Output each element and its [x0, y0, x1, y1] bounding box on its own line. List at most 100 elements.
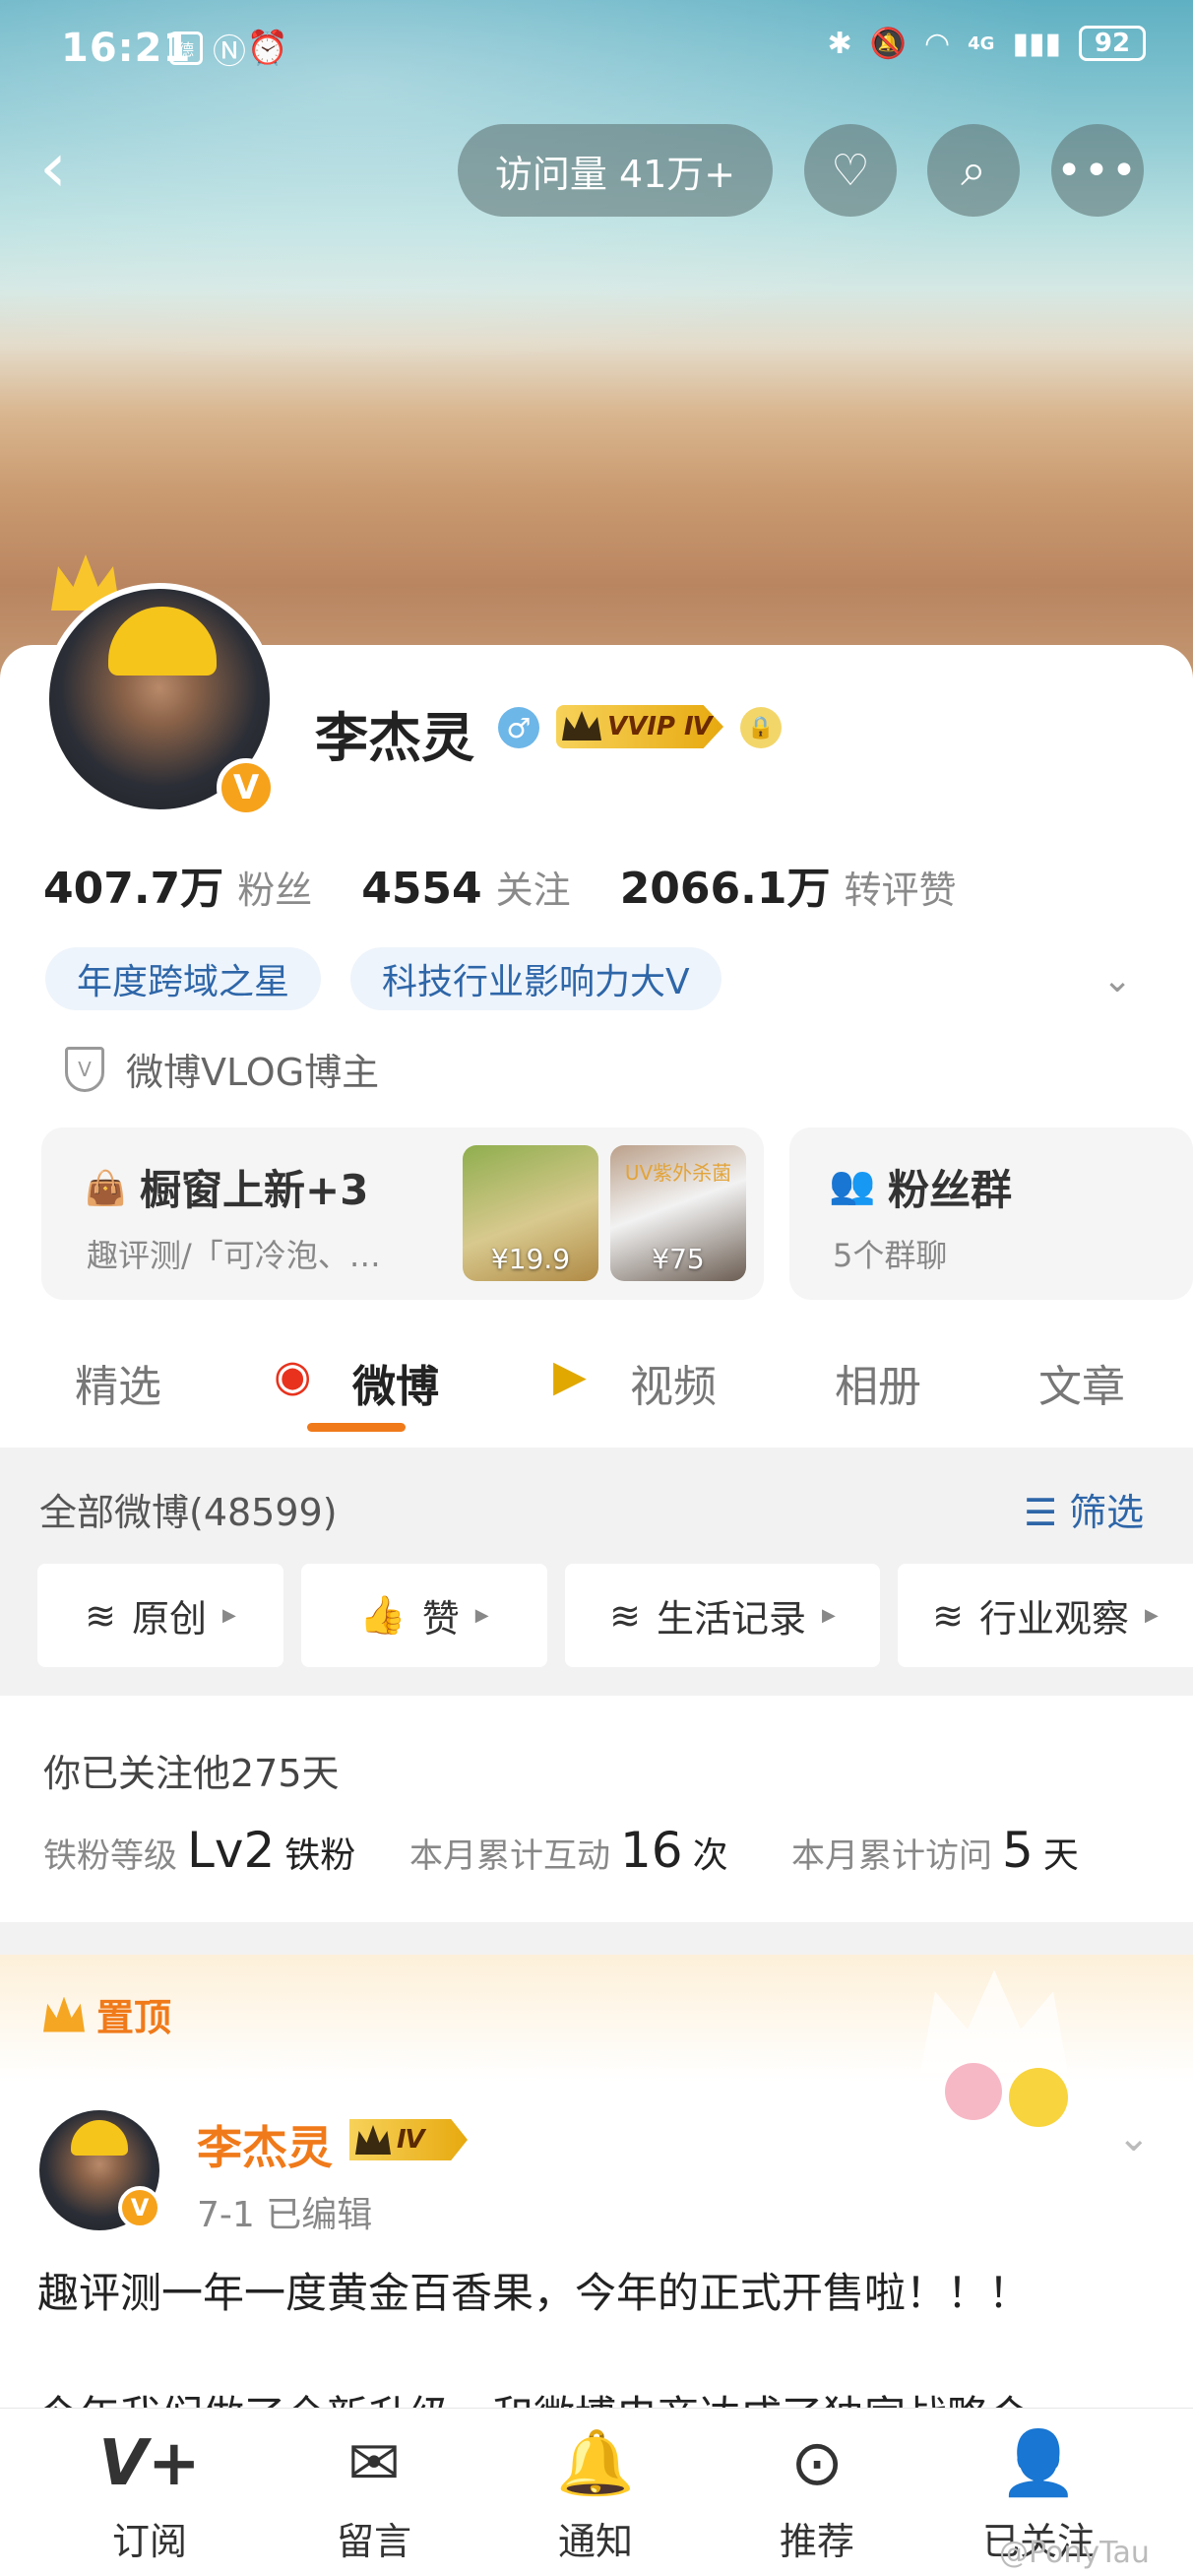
- bell-icon: 🔔: [556, 2427, 635, 2500]
- thumb-up-icon: 👍: [359, 1593, 407, 1637]
- post-vip-badge[interactable]: Ⅳ: [349, 2119, 468, 2160]
- tag-tech-influencer[interactable]: 科技行业影响力大V: [350, 947, 722, 1010]
- product-price-1: ¥19.9: [490, 1243, 571, 1275]
- likes-count: 2066.1万: [619, 864, 831, 914]
- vvip-badge[interactable]: VVIP Ⅳ: [556, 705, 723, 748]
- tag-cross-domain-star[interactable]: 年度跨域之星: [45, 947, 322, 1010]
- battery-indicator: 92: [1079, 26, 1146, 61]
- monthly-interactions: 本月累计互动 16 次: [409, 1822, 728, 1879]
- post-menu-chevron-icon[interactable]: ⌄: [1117, 2115, 1151, 2160]
- status-right: ✱ 🔕 ◠ 4G ▮▮▮ 92: [827, 26, 1146, 61]
- message-button[interactable]: ✉ 留言: [295, 2424, 453, 2565]
- group-icon: 👥: [829, 1163, 876, 1206]
- bag-icon: 👜: [85, 1169, 127, 1208]
- user-check-icon: 👤: [999, 2427, 1078, 2500]
- network-label: 4G: [968, 32, 995, 54]
- following-count[interactable]: 4554: [361, 864, 481, 914]
- fan-level-name: 铁粉: [284, 1835, 356, 1876]
- bluetooth-icon: ✱: [827, 26, 852, 61]
- visit-value: 5: [1002, 1822, 1034, 1879]
- pink-mascot-icon: [945, 2063, 1002, 2120]
- notify-button[interactable]: 🔔 通知: [517, 2424, 674, 2565]
- layers-icon: ≋: [609, 1593, 641, 1638]
- vvip-label: VVIP Ⅳ: [607, 712, 713, 741]
- pin-crown-icon: [43, 1996, 85, 2032]
- tab-weibo[interactable]: 微博: [352, 1351, 439, 1414]
- post-vip-label: Ⅳ: [397, 2125, 425, 2155]
- chip-life-record[interactable]: ≋ 生活记录 ▶: [565, 1564, 880, 1667]
- more-icon[interactable]: •••: [1051, 124, 1144, 217]
- vlog-label: 微博VLOG博主: [126, 1051, 380, 1094]
- layers-icon: ≋: [932, 1593, 964, 1638]
- recommend-button[interactable]: ⊙ 推荐: [738, 2424, 896, 2565]
- chip-arrow-icon: ▶: [474, 1605, 489, 1626]
- chip-arrow-icon: ▶: [1145, 1605, 1159, 1626]
- status-bar: 16:21 德 Ⓝ ⏰ ✱ 🔕 ◠ 4G ▮▮▮ 92: [0, 0, 1193, 98]
- chip-original-label: 原创: [131, 1597, 207, 1641]
- notify-label: 通知: [557, 2520, 633, 2563]
- signal-icon: ▮▮▮: [1012, 26, 1061, 61]
- chip-industry[interactable]: ≋ 行业观察 ▶: [898, 1564, 1193, 1667]
- post-author[interactable]: 李杰灵: [197, 2112, 333, 2177]
- chevron-down-icon[interactable]: ⌄: [1102, 960, 1142, 1000]
- yellow-mascot-icon: [1009, 2068, 1068, 2127]
- fan-level-label: 铁粉等级: [43, 1836, 177, 1876]
- message-label: 留言: [336, 2520, 411, 2563]
- follow-info-card[interactable]: [0, 1696, 1193, 1922]
- chip-likes-label: 赞: [421, 1597, 460, 1641]
- tab-video[interactable]: 视频: [630, 1351, 717, 1414]
- pinned-label: 置顶: [43, 1987, 171, 2041]
- fans-count[interactable]: 407.7万: [43, 853, 223, 916]
- video-play-icon: ▶: [553, 1351, 587, 1401]
- tab-album[interactable]: 相册: [835, 1351, 921, 1414]
- product-thumb-2-caption: UV紫外杀菌: [624, 1161, 732, 1185]
- subscribe-button[interactable]: V+ 订阅: [71, 2424, 228, 2565]
- subscribe-label: 订阅: [111, 2520, 187, 2563]
- follow-days: 你已关注他275天: [43, 1752, 340, 1795]
- post-verified-badge-icon: V: [118, 2186, 161, 2229]
- subscribe-icon: V+: [98, 2427, 201, 2500]
- active-tab-indicator: [307, 1423, 406, 1432]
- lock-badge-icon[interactable]: 🔒: [740, 707, 782, 748]
- vlog-badge[interactable]: V 微博VLOG博主: [65, 1042, 379, 1096]
- filter-icon: ☰: [1024, 1491, 1070, 1534]
- back-button[interactable]: ‹: [39, 133, 108, 207]
- tab-featured[interactable]: 精选: [75, 1351, 161, 1414]
- recommend-label: 推荐: [779, 2520, 854, 2563]
- tab-articles[interactable]: 文章: [1038, 1351, 1125, 1414]
- fan-level: 铁粉等级 Lv2 铁粉: [43, 1822, 355, 1879]
- peach-icon[interactable]: ♡: [804, 124, 897, 217]
- visit-unit: 天: [1042, 1835, 1079, 1876]
- filter-button[interactable]: ☰ 筛选: [1024, 1482, 1144, 1536]
- following-label[interactable]: 关注: [496, 860, 571, 914]
- profile-name: 李杰灵: [315, 707, 474, 769]
- up-circle-icon: ⊙: [790, 2427, 844, 2500]
- weibo-logo-icon: ◉: [274, 1351, 312, 1401]
- chip-life-record-label: 生活记录: [656, 1597, 806, 1641]
- post-text[interactable]: 趣评测一年一度黄金百香果，今年的正式开售啦！！！: [37, 2260, 1169, 2320]
- male-icon: ♂: [498, 707, 539, 748]
- product-thumb-1[interactable]: ¥19.9: [463, 1145, 598, 1281]
- chip-likes[interactable]: 👍 赞 ▶: [301, 1564, 547, 1667]
- profile-stats: 407.7万 粉丝 4554 关注 2066.1万 转评赞: [43, 853, 1006, 916]
- visit-label: 本月累计访问: [791, 1836, 992, 1876]
- search-icon[interactable]: ⌕: [927, 124, 1020, 217]
- shield-icon: V: [65, 1046, 104, 1092]
- layers-icon: ≋: [85, 1593, 116, 1638]
- chip-arrow-icon: ▶: [222, 1605, 236, 1626]
- fans-label[interactable]: 粉丝: [237, 860, 312, 914]
- product-thumb-2[interactable]: UV紫外杀菌 ¥75: [610, 1145, 746, 1281]
- alarm-icon: ⏰: [246, 29, 289, 68]
- visits-button[interactable]: 访问量 41万+: [458, 124, 773, 217]
- fans-group-card[interactable]: 👥 粉丝群 5个群聊: [789, 1127, 1193, 1300]
- product-price-2: ¥75: [652, 1243, 705, 1275]
- shop-title: 橱窗上新+3: [140, 1166, 369, 1214]
- interact-label: 本月累计互动: [409, 1836, 610, 1876]
- chip-original[interactable]: ≋ 原创 ▶: [37, 1564, 283, 1667]
- chip-industry-label: 行业观察: [978, 1597, 1129, 1641]
- mute-icon: 🔕: [869, 26, 907, 61]
- filter-label: 筛选: [1069, 1491, 1145, 1534]
- app-notification-icon: 德: [169, 32, 203, 65]
- fans-group-title: 粉丝群: [888, 1166, 1013, 1214]
- post-meta: 7-1 已编辑: [197, 2195, 373, 2235]
